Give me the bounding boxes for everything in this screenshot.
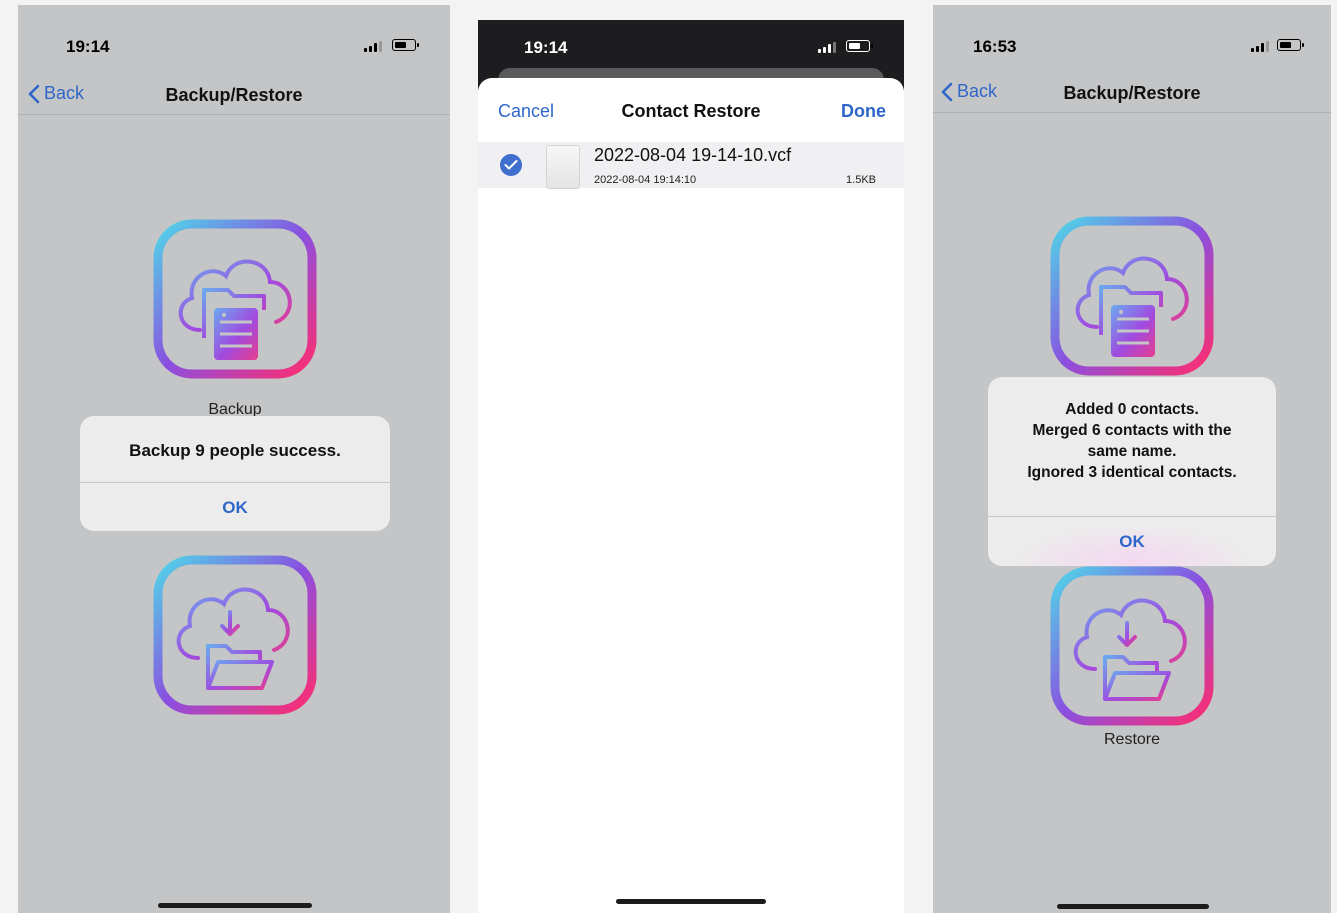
backup-icon[interactable] [152,218,318,380]
restore-picker-screen: 19:14 Cancel Contact Restore Done 2022-0… [478,20,904,913]
restore-icon[interactable] [152,554,318,716]
nav-bar: Back Backup/Restore [933,73,1331,113]
battery-icon [392,39,419,51]
backup-screen: 19:14 Back Backup/Restore Backup Backup … [18,5,450,913]
checkmark-circle-icon[interactable] [500,154,522,176]
battery-icon [846,40,873,52]
status-bar: 19:14 [18,5,450,75]
battery-icon [1277,39,1304,51]
file-thumbnail-icon [546,145,580,189]
status-time: 19:14 [66,37,110,56]
alert-line-same-name: same name. [1087,443,1177,460]
signal-icon [364,41,382,52]
file-row[interactable]: 2022-08-04 19-14-10.vcf 2022-08-04 19:14… [478,142,904,189]
alert-dialog: Backup 9 people success. OK [80,416,390,531]
alert-ok-button[interactable]: OK [80,483,390,531]
signal-icon [1251,41,1269,52]
sheet-header: Cancel Contact Restore Done [478,78,904,142]
alert-line-merged: Merged 6 contacts with the [1032,422,1232,439]
nav-bar: Back Backup/Restore [18,75,450,115]
file-name: 2022-08-04 19-14-10.vcf [594,145,792,165]
done-button[interactable]: Done [841,101,886,122]
page-title: Backup/Restore [165,85,303,105]
alert-message: Backup 9 people success. [129,441,341,460]
home-indicator[interactable] [158,903,312,908]
file-date: 2022-08-04 19:14:10 [594,174,697,186]
page-title: Backup/Restore [1063,83,1201,103]
backup-icon[interactable] [1049,215,1215,377]
alert-ok-button[interactable]: OK [988,517,1276,566]
restore-result-screen: 16:53 Back Backup/Restore Restore Added … [933,5,1331,913]
file-size: 1.5KB [846,174,876,186]
status-bar: 16:53 [933,5,1331,75]
status-time: 19:14 [524,38,568,57]
alert-message: Added 0 contacts. Merged 6 contacts with… [988,377,1276,516]
alert-line-added: Added 0 contacts. [1065,401,1199,418]
status-time: 16:53 [973,37,1017,56]
restore-icon[interactable] [1049,565,1215,727]
restore-label: Restore [1103,731,1161,748]
alert-dialog: Added 0 contacts. Merged 6 contacts with… [988,377,1276,566]
alert-line-ignored: Ignored 3 identical contacts. [1027,464,1237,481]
contact-restore-sheet: Cancel Contact Restore Done 2022-08-04 1… [478,78,904,913]
home-indicator[interactable] [1057,904,1209,909]
signal-icon [818,42,836,53]
home-indicator[interactable] [616,899,766,904]
